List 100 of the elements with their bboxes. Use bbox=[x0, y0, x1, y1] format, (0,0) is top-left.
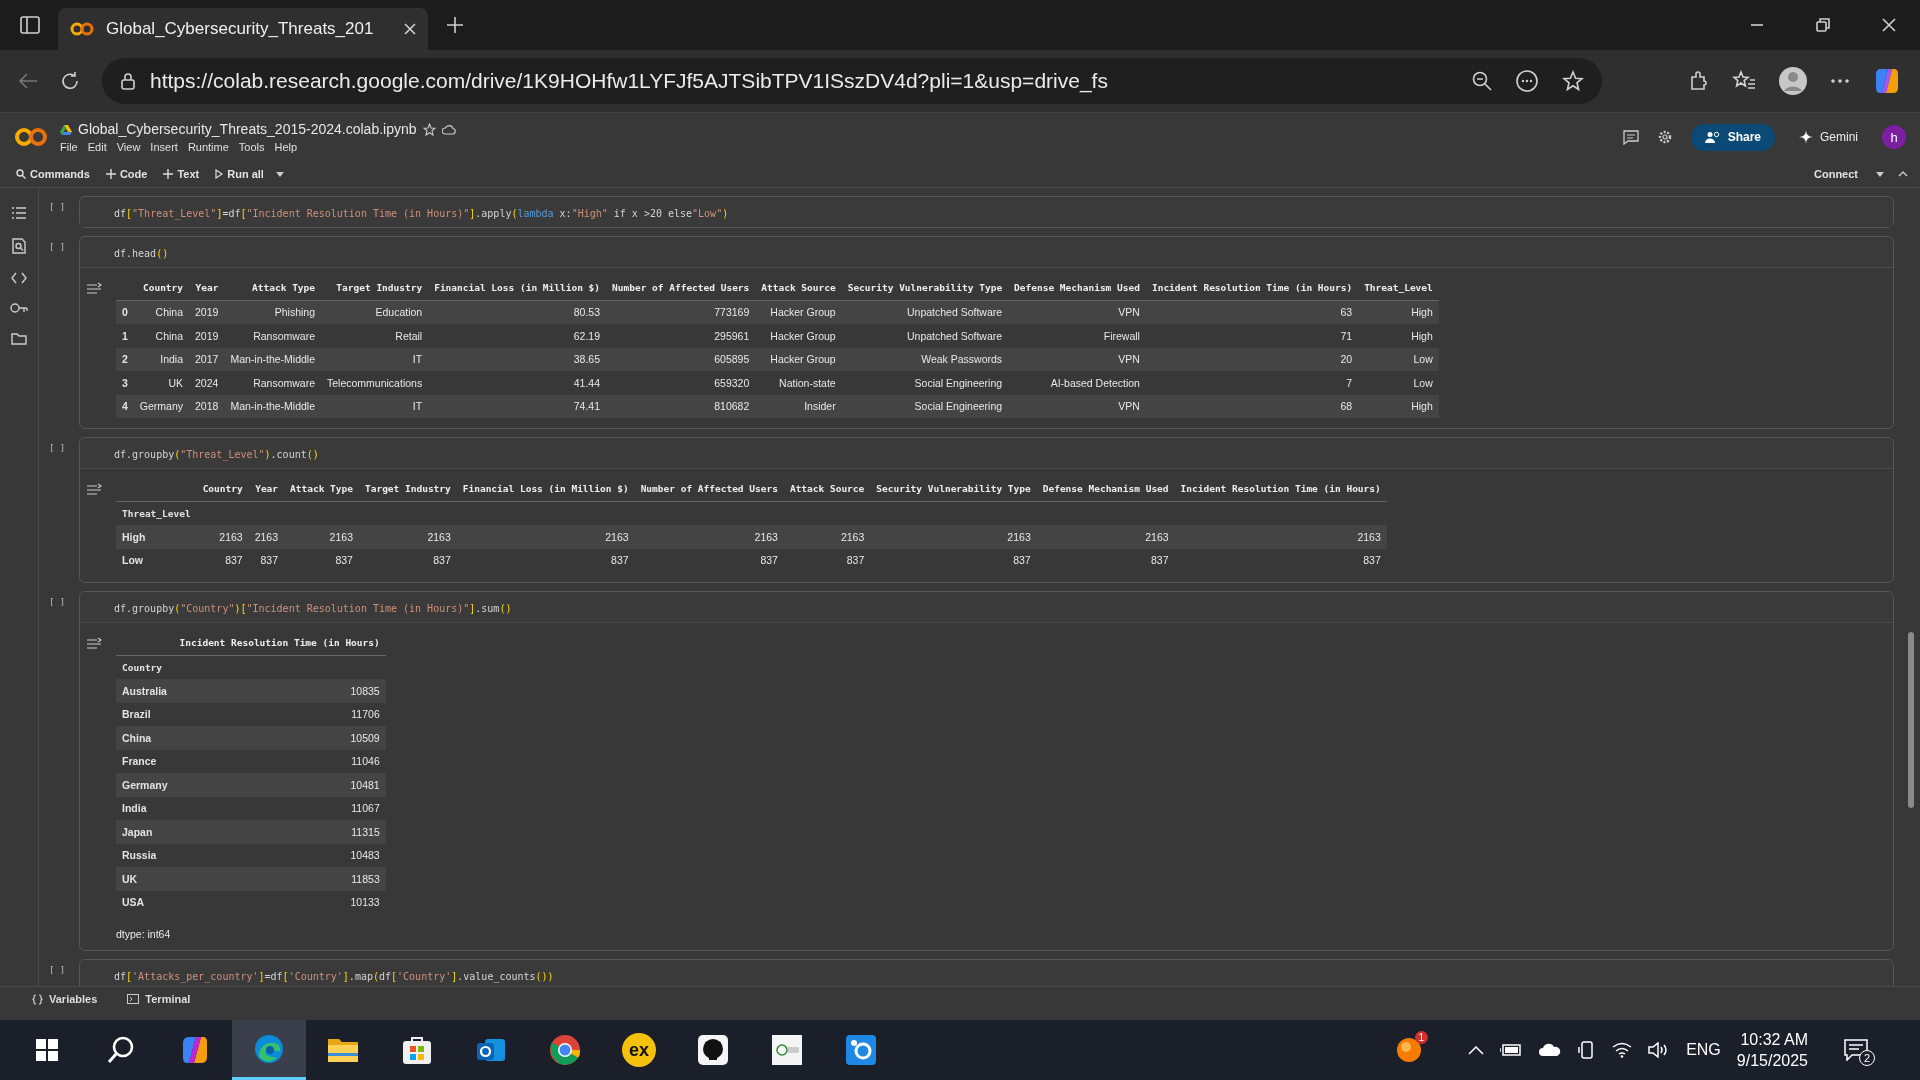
menu-item[interactable]: File bbox=[60, 141, 78, 153]
caret-icon[interactable] bbox=[1876, 171, 1884, 177]
column-header: Incident Resolution Time (in Hours) bbox=[1174, 477, 1387, 501]
sidebar-icon[interactable] bbox=[20, 16, 40, 34]
table-cell: Hacker Group bbox=[755, 347, 842, 371]
document-icon[interactable] bbox=[771, 1034, 803, 1066]
scrollbar-thumb[interactable] bbox=[1908, 632, 1914, 808]
address-field[interactable]: https://colab.research.google.com/drive/1K9HOHfw1LYFJf5AJTSibTPV1ISszDV4d?pli=1&usp=drive_fs bbox=[102, 58, 1602, 104]
cloud-icon[interactable] bbox=[1538, 1043, 1563, 1057]
table-cell: 7 bbox=[1145, 371, 1359, 395]
notebook-title[interactable]: Global_Cybersecurity_Threats_2015-2024.colab.ipynb bbox=[78, 121, 417, 137]
menu-item[interactable]: Insert bbox=[150, 141, 178, 153]
table-cell: Telecommunications bbox=[321, 371, 429, 395]
profile-icon[interactable] bbox=[1778, 66, 1808, 96]
run-button[interactable]: [ ] bbox=[49, 591, 63, 607]
more-icon[interactable] bbox=[1830, 78, 1850, 84]
toolbar-button[interactable]: Code bbox=[101, 168, 152, 180]
table-cell: Man-in-the-Middle bbox=[224, 347, 321, 371]
variables-button[interactable]: Variables bbox=[26, 992, 104, 1006]
table-cell: 38.65 bbox=[428, 347, 607, 371]
run-button[interactable]: [ ] bbox=[49, 959, 63, 975]
table-of-contents-icon[interactable] bbox=[11, 206, 27, 220]
clock-date[interactable]: 9/15/2025 bbox=[1736, 1051, 1808, 1070]
menu-item[interactable]: Edit bbox=[87, 141, 107, 153]
battery-icon[interactable] bbox=[1500, 1043, 1523, 1057]
key-icon[interactable] bbox=[10, 302, 28, 314]
table-cell: 10483 bbox=[173, 843, 386, 867]
code-line[interactable]: df.groupby("Country")["Incident Resolution Time (in Hours)"].sum() bbox=[114, 603, 512, 614]
table-cell: Social Engineering bbox=[841, 394, 1009, 418]
clock-time[interactable]: 10:32 AM bbox=[1740, 1030, 1808, 1049]
run-button[interactable]: [ ] bbox=[49, 437, 63, 453]
menu-item[interactable]: Tools bbox=[238, 141, 265, 153]
share-button[interactable]: Share bbox=[1690, 123, 1775, 151]
colab-logo-icon[interactable] bbox=[14, 127, 48, 147]
new-tab-icon[interactable] bbox=[446, 16, 464, 34]
connect-button[interactable]: Connect bbox=[1810, 168, 1862, 180]
restore-icon[interactable] bbox=[1816, 18, 1830, 32]
code-line[interactable]: df["Threat_Level"]=df["Incident Resolution Time (in Hours)"].apply(lambda x:"High" if x >20 else"Low") bbox=[114, 208, 729, 219]
toolbar-button[interactable]: Text bbox=[159, 168, 204, 180]
more-icon[interactable] bbox=[1516, 70, 1538, 92]
output-actions-icon[interactable] bbox=[86, 483, 102, 497]
terminal-icon bbox=[127, 994, 140, 1004]
table-cell: 837 bbox=[870, 548, 1037, 572]
star-icon[interactable] bbox=[1562, 70, 1584, 92]
caret-icon[interactable] bbox=[275, 171, 284, 177]
run-button[interactable]: [ ] bbox=[49, 196, 63, 212]
table-cell: Man-in-the-Middle bbox=[224, 394, 321, 418]
close-icon[interactable] bbox=[404, 23, 416, 35]
terminal-button[interactable]: Terminal bbox=[121, 992, 197, 1006]
code-line[interactable]: df['Attacks_per_country']=df['Country'].map(df['Country'].value_counts()) bbox=[114, 971, 554, 982]
back-icon[interactable] bbox=[18, 72, 38, 90]
extensions-icon[interactable] bbox=[1688, 70, 1710, 92]
chrome-icon[interactable] bbox=[549, 1034, 581, 1066]
menu-item[interactable]: Help bbox=[274, 141, 298, 153]
close-icon[interactable] bbox=[1882, 18, 1896, 32]
notification-icon[interactable] bbox=[1844, 1039, 1868, 1061]
browser-tab[interactable]: Global_Cybersecurity_Threats_201 bbox=[58, 8, 428, 50]
menu-item[interactable]: View bbox=[116, 141, 141, 153]
table-cell: Unpatched Software bbox=[841, 300, 1009, 324]
collapse-icon[interactable] bbox=[1898, 171, 1908, 177]
table-cell: 10481 bbox=[173, 773, 386, 797]
code-line[interactable]: df.head() bbox=[114, 248, 169, 259]
zoom-out-icon[interactable] bbox=[1472, 71, 1492, 91]
windows-icon[interactable] bbox=[35, 1038, 59, 1062]
taskbar-button[interactable] bbox=[232, 1020, 306, 1080]
find-icon[interactable] bbox=[12, 238, 26, 254]
folder-icon[interactable] bbox=[327, 1036, 359, 1064]
store-icon[interactable] bbox=[402, 1035, 432, 1065]
code-line[interactable]: df.groupby("Threat_Level").count() bbox=[114, 449, 319, 460]
table-cell: 2018 bbox=[189, 394, 225, 418]
table-cell: UK bbox=[133, 371, 190, 395]
column-header: Security Vulnerability Type bbox=[841, 276, 1009, 300]
search-icon[interactable] bbox=[106, 1035, 136, 1065]
app-icon[interactable]: ex bbox=[622, 1033, 656, 1067]
run-button[interactable]: [ ] bbox=[49, 236, 63, 252]
code-icon[interactable] bbox=[11, 272, 27, 284]
taskbar-button[interactable]: ex bbox=[602, 1020, 676, 1080]
chevron-up-icon[interactable] bbox=[1468, 1045, 1485, 1055]
menu-item[interactable]: Runtime bbox=[187, 141, 229, 153]
star-icon[interactable] bbox=[422, 122, 436, 136]
table-cell: Hacker Group bbox=[755, 300, 842, 324]
gemini-button[interactable]: Gemini bbox=[1793, 129, 1864, 145]
avatar[interactable]: h bbox=[1882, 125, 1906, 149]
toolbar-button[interactable]: Run all bbox=[211, 168, 268, 180]
comment-icon[interactable] bbox=[1622, 129, 1639, 145]
output-actions-icon[interactable] bbox=[86, 637, 102, 651]
table-cell: 837 bbox=[248, 548, 285, 572]
folder-icon[interactable] bbox=[11, 332, 27, 345]
favorites-icon[interactable] bbox=[1732, 70, 1756, 92]
settings-icon[interactable] bbox=[1656, 129, 1673, 145]
output-actions-icon[interactable] bbox=[86, 282, 102, 296]
wifi-icon[interactable] bbox=[1612, 1042, 1633, 1058]
cloud-icon[interactable] bbox=[441, 123, 456, 135]
reload-icon[interactable] bbox=[60, 71, 80, 91]
column-header: Attack Source bbox=[755, 276, 842, 300]
app-icon[interactable] bbox=[845, 1034, 877, 1066]
edge-icon[interactable] bbox=[253, 1032, 285, 1065]
table-cell: Nation-state bbox=[755, 371, 842, 395]
toolbar-button[interactable]: Commands bbox=[12, 168, 94, 180]
language-indicator[interactable]: ENG bbox=[1686, 1041, 1721, 1059]
